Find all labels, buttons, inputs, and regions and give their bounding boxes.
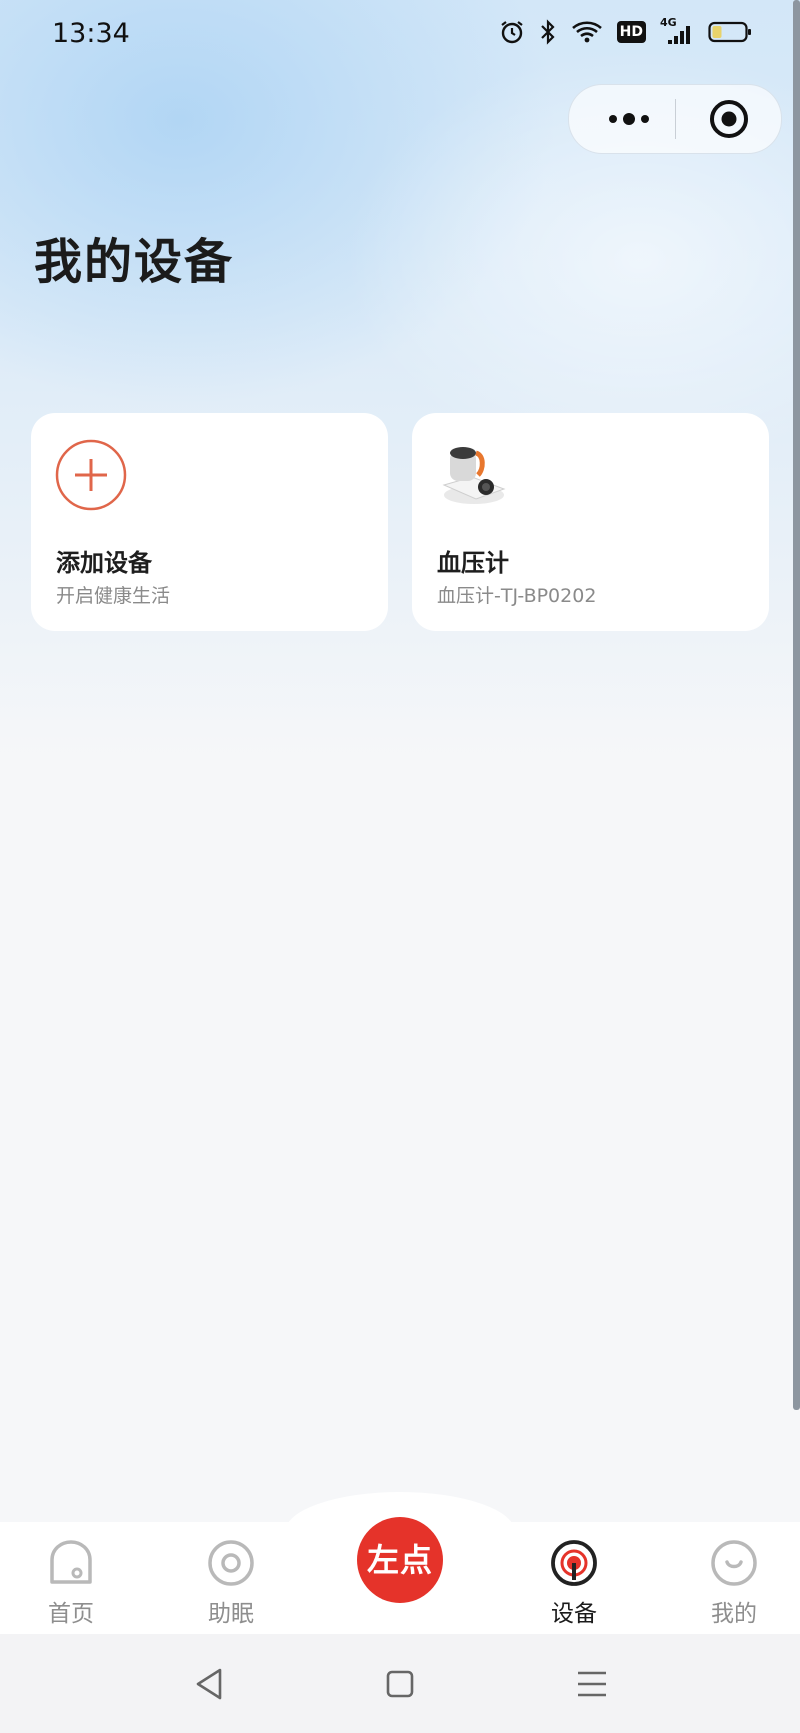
- add-circle-icon: [55, 439, 127, 511]
- tab-label: 首页: [48, 1601, 94, 1627]
- center-brand-button[interactable]: 左点: [357, 1517, 443, 1603]
- battery-icon: [708, 20, 752, 44]
- close-miniprogram-icon[interactable]: [709, 99, 749, 139]
- sleep-icon: [206, 1538, 256, 1588]
- scrollbar[interactable]: [793, 0, 800, 1410]
- card-title: 添加设备: [56, 549, 152, 577]
- back-icon[interactable]: [190, 1664, 230, 1704]
- network-type: 4G: [660, 16, 677, 29]
- page-title: 我的设备: [34, 234, 235, 290]
- status-time: 13:34: [52, 18, 130, 49]
- alarm-icon: [499, 19, 525, 45]
- blood-pressure-monitor-image: [436, 439, 508, 511]
- tab-device[interactable]: 设备: [514, 1538, 634, 1628]
- card-subtitle: 血压计-TJ-BP0202: [437, 585, 597, 607]
- menu-icon[interactable]: [572, 1664, 612, 1704]
- hd-badge: HD: [616, 21, 646, 43]
- device-icon: [549, 1538, 599, 1588]
- card-title: 血压计: [437, 549, 509, 577]
- home-icon: [46, 1538, 96, 1588]
- tab-sleep[interactable]: 助眠: [171, 1538, 291, 1628]
- profile-icon: [709, 1538, 759, 1588]
- capsule-divider: [675, 99, 676, 139]
- wifi-icon: [571, 19, 603, 45]
- device-card-blood-pressure[interactable]: 血压计 血压计-TJ-BP0202: [412, 413, 769, 631]
- miniprogram-capsule: [568, 84, 782, 154]
- add-device-card[interactable]: 添加设备 开启健康生活: [31, 413, 388, 631]
- tab-label: 助眠: [208, 1601, 254, 1627]
- home-square-icon[interactable]: [380, 1664, 420, 1704]
- more-icon[interactable]: [605, 107, 653, 131]
- signal-icon: 4G: [660, 16, 694, 46]
- bluetooth-icon: [539, 19, 557, 45]
- tab-profile[interactable]: 我的: [674, 1538, 794, 1628]
- status-bar: 13:34 HD 4G: [0, 0, 800, 70]
- tab-label: 设备: [551, 1601, 597, 1627]
- tab-home[interactable]: 首页: [11, 1538, 131, 1628]
- tab-label: 我的: [711, 1601, 757, 1627]
- card-subtitle: 开启健康生活: [56, 585, 171, 607]
